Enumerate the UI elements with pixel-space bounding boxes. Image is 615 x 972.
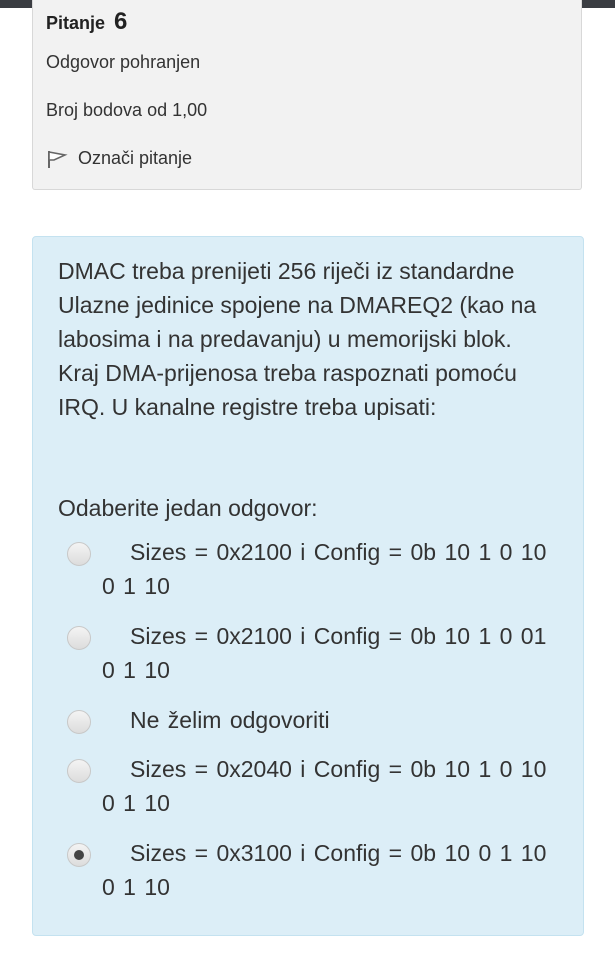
question-title-label: Pitanje xyxy=(46,13,106,33)
radio-button[interactable] xyxy=(67,759,91,783)
flag-question-link[interactable]: Označi pitanje xyxy=(46,148,192,169)
question-number: 6 xyxy=(114,8,128,35)
answer-option-label[interactable]: Sizes = 0x2040 i Config = 0b 10 1 0 10 0… xyxy=(102,752,552,820)
answer-prompt: Odaberite jedan odgovor: xyxy=(58,495,318,521)
radio-button[interactable] xyxy=(67,542,91,566)
answer-option-label[interactable]: Sizes = 0x3100 i Config = 0b 10 0 1 10 0… xyxy=(102,836,552,904)
flag-question-label: Označi pitanje xyxy=(78,148,193,168)
answer-status: Odgovor pohranjen xyxy=(46,52,201,72)
question-text: DMAC treba prenijeti 256 riječi iz stand… xyxy=(58,258,537,420)
points-info: Broj bodova od 1,00 xyxy=(46,100,208,120)
question-title: Pitanje 6 xyxy=(46,8,127,36)
answer-option-label[interactable]: Sizes = 0x2100 i Config = 0b 10 1 0 01 0… xyxy=(102,619,552,687)
answer-option-label[interactable]: Sizes = 0x2100 i Config = 0b 10 1 0 10 0… xyxy=(102,535,552,603)
question-content-panel: DMAC treba prenijeti 256 riječi iz stand… xyxy=(32,236,584,936)
radio-button[interactable] xyxy=(67,626,91,650)
flag-icon xyxy=(48,150,68,168)
question-info-panel: Pitanje 6 Odgovor pohranjen Broj bodova … xyxy=(32,0,582,190)
radio-button[interactable] xyxy=(67,710,91,734)
answer-option-label[interactable]: Ne želim odgovoriti xyxy=(102,703,552,737)
radio-button-selected[interactable] xyxy=(67,843,91,867)
